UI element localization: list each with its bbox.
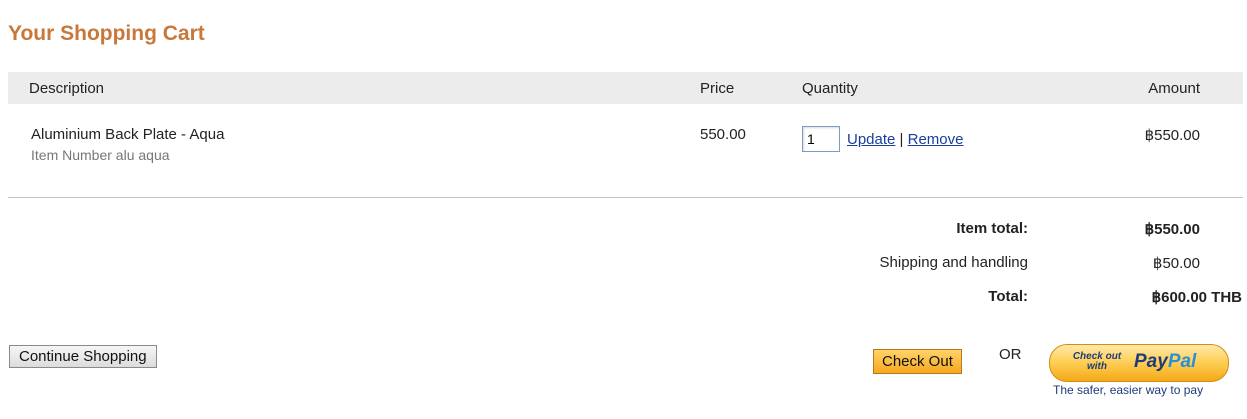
check-out-button[interactable]: Check Out — [873, 349, 962, 374]
link-separator: | — [899, 131, 904, 148]
paypal-logo-pal: Pal — [1167, 351, 1197, 372]
shipping-value: ฿50.00 — [1152, 255, 1200, 272]
cart-table-header: Description Price Quantity Amount — [8, 72, 1243, 104]
remove-link[interactable]: Remove — [908, 131, 964, 148]
paypal-small-text: Check out with — [1072, 351, 1122, 372]
continue-shopping-button[interactable]: Continue Shopping — [9, 345, 157, 368]
item-number: Item Number alu aqua — [31, 147, 170, 163]
page-title: Your Shopping Cart — [8, 22, 205, 45]
paypal-logo-pay: Pay — [1134, 351, 1168, 372]
paypal-checkout-button[interactable]: Check out with PayPal — [1049, 344, 1229, 382]
item-name: Aluminium Back Plate - Aqua — [31, 126, 225, 143]
quantity-input[interactable] — [802, 126, 840, 152]
divider — [8, 197, 1243, 198]
column-header-description: Description — [29, 80, 105, 97]
column-header-price: Price — [700, 80, 735, 97]
item-amount: ฿550.00 — [1144, 127, 1200, 144]
paypal-logo: PayPal — [1134, 351, 1196, 373]
column-header-amount: Amount — [1148, 80, 1200, 97]
or-separator: OR — [999, 346, 1022, 363]
column-header-quantity: Quantity — [802, 80, 858, 97]
total-label: Total: — [988, 288, 1028, 305]
paypal-tagline: The safer, easier way to pay — [1053, 383, 1204, 397]
total-value: ฿600.00 THB — [1151, 289, 1242, 306]
update-link[interactable]: Update — [847, 131, 895, 148]
shipping-label: Shipping and handling — [879, 254, 1028, 271]
item-actions: Update | Remove — [847, 131, 963, 148]
item-total-label: Item total: — [956, 220, 1028, 237]
item-price: 550.00 — [700, 126, 746, 143]
item-total-value: ฿550.00 — [1144, 221, 1200, 238]
